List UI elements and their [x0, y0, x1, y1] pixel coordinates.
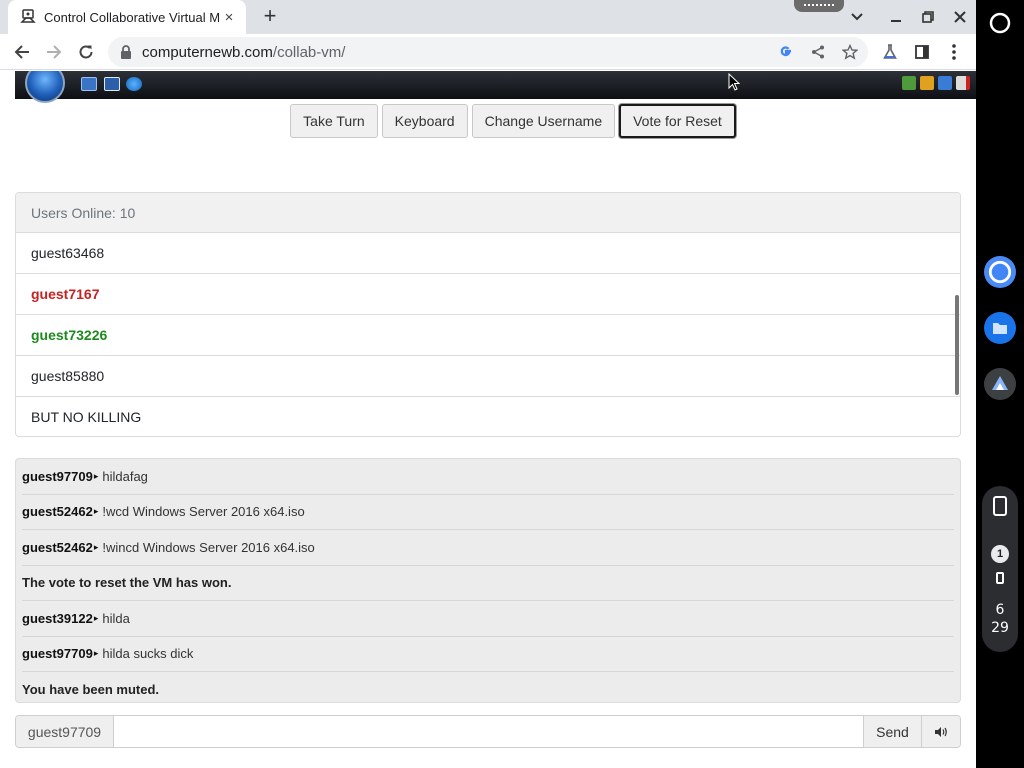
tray-muted-speaker-icon	[956, 76, 970, 90]
side-panel-icon[interactable]	[912, 42, 932, 62]
chat-text: hilda sucks dick	[102, 646, 194, 662]
keyboard-button[interactable]: Keyboard	[381, 104, 468, 138]
bookmark-star-icon[interactable]	[840, 42, 860, 62]
chat-username: guest39122	[22, 610, 93, 626]
browser-toolbar: computernewb.com/collab-vm/	[0, 34, 976, 70]
new-tab-button[interactable]: +	[258, 5, 282, 29]
launcher-icon[interactable]	[988, 11, 1012, 35]
url-path: /collab-vm/	[272, 44, 346, 61]
take-turn-button[interactable]: Take Turn	[290, 104, 378, 138]
back-arrow-icon[interactable]	[8, 38, 36, 66]
chat-username: guest52462	[22, 504, 93, 520]
os-shelf: 1 6 29	[976, 0, 1024, 768]
quicklaunch-powershell-icon	[104, 77, 120, 91]
files-app-icon[interactable]	[984, 312, 1016, 344]
more-menu-icon[interactable]	[944, 42, 964, 62]
chat-arrow-icon: ▸	[93, 648, 99, 659]
tab-search-chevron-icon[interactable]	[845, 5, 869, 29]
chat-username: guest97709	[22, 646, 93, 662]
user-list-item[interactable]: guest63468	[16, 233, 960, 274]
chat-panel: guest97709 ▸ hildafag guest52462 ▸ !wcd Wind…	[15, 458, 961, 703]
extension-lab-icon[interactable]	[880, 42, 900, 62]
chat-text: hilda	[102, 610, 130, 626]
mouse-cursor-icon	[728, 73, 740, 91]
browser-tab[interactable]: Control Collaborative Virtual Machines! …	[8, 0, 246, 34]
chat-text: hildafag	[102, 468, 148, 484]
users-online-header: Users Online: 10	[16, 193, 960, 233]
clock-minute: 29	[991, 620, 1009, 636]
url-host: computernewb.com	[142, 44, 273, 61]
user-list-item[interactable]: guest7167	[16, 274, 960, 315]
chat-arrow-icon: ▸	[93, 541, 99, 552]
chat-system-message: The vote to reset the VM has won.	[22, 566, 954, 601]
vote-for-reset-button[interactable]: Vote for Reset	[619, 104, 736, 138]
chat-message: guest52462 ▸ !wcd Windows Server 2016 x64.…	[22, 495, 954, 530]
chat-username: guest97709	[22, 468, 93, 484]
tray-network-icon	[902, 76, 916, 90]
send-button[interactable]: Send	[863, 716, 921, 747]
system-tray	[902, 76, 970, 90]
drive-app-icon[interactable]	[984, 368, 1016, 400]
change-username-button[interactable]: Change Username	[471, 104, 616, 138]
current-username-label: guest97709	[16, 716, 114, 747]
tray-monitor-icon	[938, 76, 952, 90]
users-scrollbar[interactable]	[955, 295, 959, 395]
tray-flag-icon	[920, 76, 934, 90]
clock-hour: 6	[995, 602, 1005, 618]
chat-system-message: You have been muted.	[22, 672, 954, 702]
share-icon[interactable]	[808, 42, 828, 62]
chat-message: guest52462 ▸ !wincd Windows Server 2016 x6…	[22, 530, 954, 566]
status-tray[interactable]: 1 6 29	[982, 486, 1018, 652]
chat-input-bar: guest97709 Send	[15, 715, 961, 748]
restore-icon[interactable]	[916, 5, 940, 29]
chat-message: guest97709 ▸ hilda sucks dick	[22, 637, 954, 672]
chat-username: guest52462	[22, 539, 93, 555]
chat-message: guest97709 ▸ hildafag	[22, 459, 954, 495]
tab-search-button[interactable]	[794, 0, 844, 12]
google-translate-icon[interactable]	[776, 42, 796, 62]
user-list-item[interactable]: guest85880	[16, 356, 960, 397]
notification-count-badge[interactable]: 1	[991, 545, 1009, 563]
chrome-app-icon[interactable]	[984, 256, 1016, 288]
voice-toggle-button[interactable]	[921, 716, 960, 747]
chat-arrow-icon: ▸	[93, 470, 99, 481]
close-window-icon[interactable]	[948, 5, 972, 29]
vm-display[interactable]	[15, 71, 976, 103]
chat-text: !wcd Windows Server 2016 x64.iso	[102, 504, 305, 520]
minimize-icon[interactable]	[884, 5, 908, 29]
quicklaunch-server-manager-icon	[81, 77, 97, 91]
address-bar[interactable]: computernewb.com/collab-vm/	[108, 37, 868, 67]
url-text: computernewb.com/collab-vm/	[142, 44, 345, 61]
forward-arrow-icon[interactable]	[40, 38, 68, 66]
tab-search-dots-icon	[804, 4, 834, 8]
vm-control-buttons: Take Turn Keyboard Change Username Vote …	[0, 104, 976, 138]
chat-message-input[interactable]	[114, 716, 863, 747]
reload-icon[interactable]	[72, 38, 100, 66]
page-viewport: Take Turn Keyboard Change Username Vote …	[0, 71, 976, 768]
close-tab-icon[interactable]: ×	[220, 8, 238, 26]
windows-start-orb-icon	[25, 71, 65, 103]
chat-text: !wincd Windows Server 2016 x64.iso	[102, 539, 315, 555]
tab-strip: Control Collaborative Virtual Machines! …	[0, 0, 976, 34]
users-online-panel: Users Online: 10 guest63468 guest7167 gu…	[15, 192, 961, 437]
speaker-icon	[935, 726, 947, 737]
lock-icon	[121, 45, 131, 59]
user-list-item[interactable]: guest73226	[16, 315, 960, 356]
phone-hub-icon[interactable]	[993, 496, 1007, 516]
user-list: guest63468 guest7167 guest73226 guest858…	[16, 233, 960, 436]
tab-title: Control Collaborative Virtual Machines!	[44, 9, 220, 25]
chat-arrow-icon: ▸	[93, 612, 99, 623]
internet-explorer-icon	[126, 77, 142, 91]
collabvm-favicon-icon	[20, 9, 36, 23]
battery-icon	[996, 572, 1004, 584]
chat-message: guest39122 ▸ hilda	[22, 601, 954, 637]
user-list-item[interactable]: BUT NO KILLING	[16, 397, 960, 436]
system-message-text: The vote to reset the VM has won.	[22, 575, 232, 591]
system-message-text: You have been muted.	[22, 682, 160, 698]
chat-arrow-icon: ▸	[93, 506, 99, 517]
